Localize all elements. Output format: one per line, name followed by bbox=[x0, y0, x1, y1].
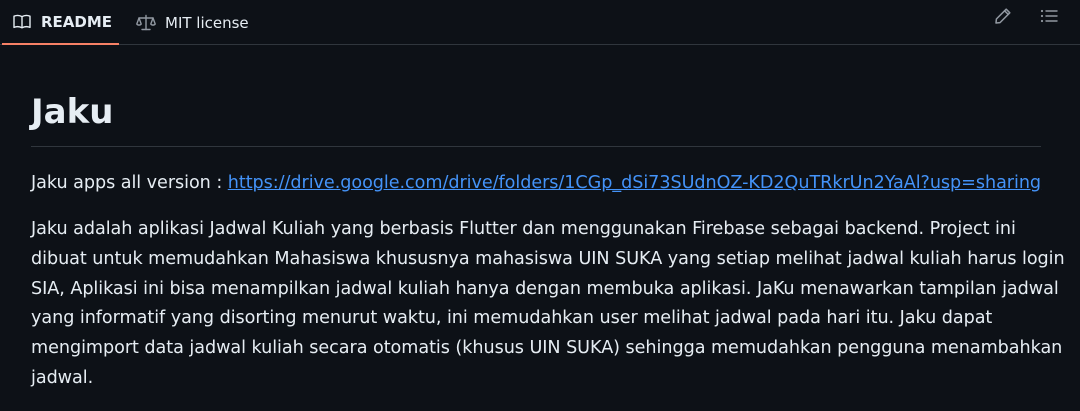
scale-icon bbox=[136, 13, 156, 33]
description-line: dibuat untuk memudahkan Mahasiswa khusus… bbox=[31, 248, 1065, 269]
readme-tab-bar: README MIT license bbox=[0, 0, 1080, 45]
pencil-icon bbox=[994, 7, 1012, 29]
edit-file-button[interactable] bbox=[988, 5, 1018, 31]
tab-readme-label: README bbox=[41, 12, 113, 31]
description-line: SIA, Aplikasi ini bisa menampilkan jadwa… bbox=[31, 278, 1059, 299]
readme-panel: README MIT license Jaku Jaku apps all ve… bbox=[0, 0, 1080, 411]
tab-mit-license-label: MIT license bbox=[165, 13, 249, 32]
download-paragraph: Jaku apps all version : https://drive.go… bbox=[31, 169, 1051, 199]
description-line: Jaku adalah aplikasi Jadwal Kuliah yang … bbox=[31, 219, 1016, 239]
heading-divider bbox=[31, 146, 1041, 147]
download-label: Jaku apps all version : bbox=[31, 173, 228, 193]
drive-folder-link[interactable]: https://drive.google.com/drive/folders/1… bbox=[228, 173, 1041, 193]
description-line: yang informatif yang disorting menurut w… bbox=[31, 308, 993, 329]
list-unordered-icon bbox=[1040, 8, 1058, 28]
outline-button[interactable] bbox=[1034, 5, 1064, 31]
description-line: mengimport data jadwal kuliah secara oto… bbox=[31, 338, 1063, 359]
tab-readme[interactable]: README bbox=[2, 0, 119, 45]
readme-title: Jaku bbox=[31, 92, 114, 132]
description-line: jadwal. bbox=[31, 367, 94, 388]
description-paragraph: Jaku adalah aplikasi Jadwal Kuliah yang … bbox=[31, 215, 1065, 394]
tab-mit-license[interactable]: MIT license bbox=[127, 0, 267, 45]
book-icon bbox=[12, 12, 32, 32]
